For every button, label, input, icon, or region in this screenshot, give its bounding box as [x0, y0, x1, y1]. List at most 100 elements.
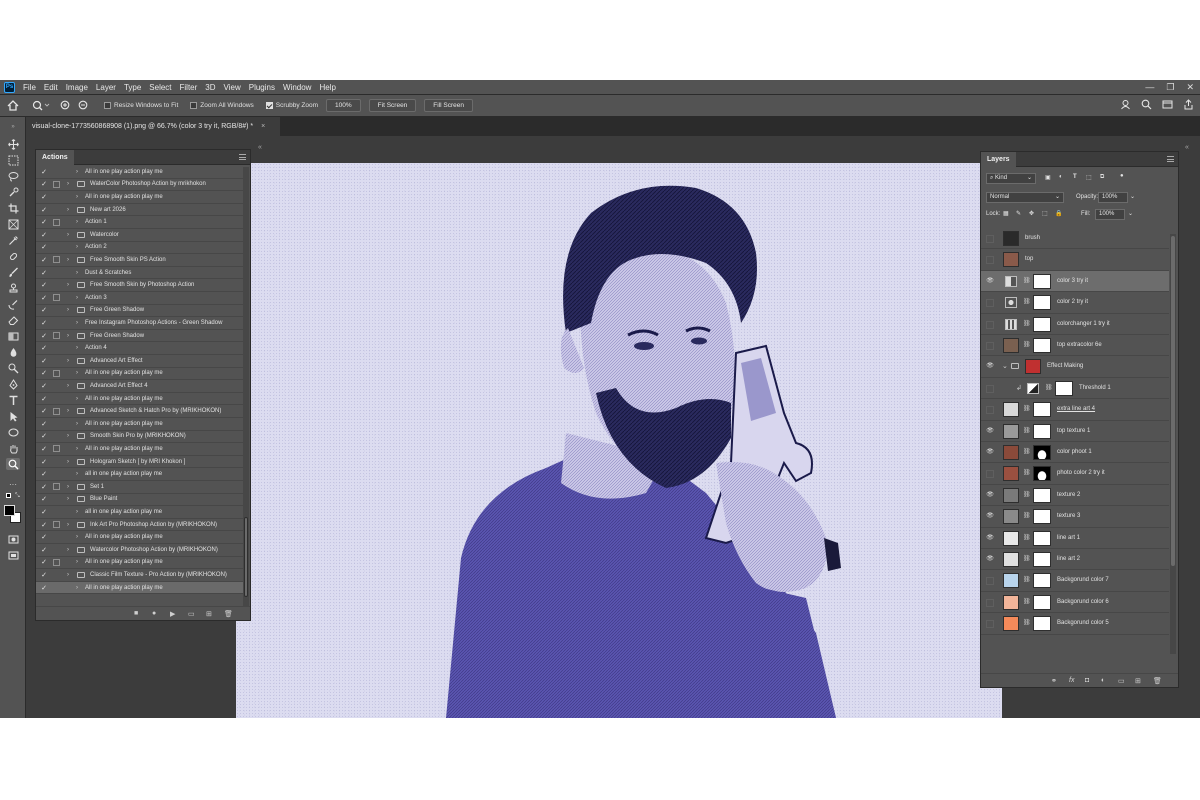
action-row[interactable]: ✓ › all in one play action play me — [36, 468, 243, 481]
filter-smart-object-icon[interactable]: ⧉ — [1100, 174, 1104, 181]
expand-chevron-icon[interactable]: › — [67, 257, 69, 263]
mask-link-icon[interactable]: ⛓ — [1023, 320, 1031, 327]
visibility-eye-icon[interactable]: 👁 — [985, 512, 995, 520]
dialog-toggle-box[interactable] — [53, 294, 60, 302]
layer-row[interactable]: 👁 ⛓ color phoot 1 — [981, 442, 1169, 464]
action-toggle-check-icon[interactable]: ✓ — [40, 521, 48, 529]
layer-mask-thumbnail[interactable] — [1033, 552, 1051, 567]
mask-link-icon[interactable]: ⛓ — [1023, 576, 1031, 583]
share-export-icon[interactable] — [1183, 99, 1194, 112]
layer-mask-thumbnail[interactable] — [1033, 509, 1051, 525]
dialog-toggle-box[interactable] — [53, 433, 60, 440]
expand-chevron-icon[interactable]: › — [67, 496, 69, 502]
layer-row[interactable]: ⛓ Backgorund color 7 — [981, 570, 1169, 592]
new-layer-icon[interactable]: ⊞ — [1135, 677, 1141, 685]
delete-icon[interactable]: 🗑 — [224, 610, 233, 618]
visibility-toggle-box[interactable] — [986, 342, 994, 350]
action-set-row[interactable]: ✓ › Watercolor Photoshop Action by (MRIKHO… — [36, 544, 243, 557]
canvas[interactable] — [236, 163, 1002, 718]
dialog-toggle-box[interactable] — [53, 256, 60, 264]
action-row[interactable]: ✓ › All in one play action play me — [36, 557, 243, 570]
layer-mask-thumbnail[interactable] — [1033, 445, 1051, 460]
dialog-toggle-box[interactable] — [53, 395, 60, 402]
layer-row[interactable]: ⛓ color 2 try it — [981, 292, 1169, 314]
filter-shape-icon[interactable]: ⬚ — [1086, 174, 1092, 181]
action-set-row[interactable]: ✓ › Smooth Skin Pro by (MRIKHOKON) — [36, 431, 243, 444]
action-set-row[interactable]: ✓ › WaterColor Photoshop Action by mrikhok… — [36, 179, 243, 192]
action-toggle-check-icon[interactable]: ✓ — [40, 193, 48, 201]
action-toggle-check-icon[interactable]: ✓ — [40, 483, 48, 491]
ellipse-tool-icon[interactable] — [6, 426, 20, 438]
play-icon[interactable]: ▶ — [170, 610, 175, 618]
brush-tool-icon[interactable] — [6, 266, 20, 278]
action-toggle-check-icon[interactable]: ✓ — [40, 231, 48, 239]
menu-filter[interactable]: Filter — [176, 83, 202, 92]
actions-scrollbar-thumb[interactable] — [244, 517, 248, 597]
close-window-icon[interactable]: ✕ — [1186, 82, 1194, 93]
dialog-toggle-box[interactable] — [53, 282, 60, 289]
blend-mode-select[interactable]: Normal ⌄ — [986, 192, 1064, 203]
layers-scrollbar[interactable] — [1170, 234, 1176, 654]
dialog-toggle-box[interactable] — [53, 168, 60, 175]
layers-scrollbar-thumb[interactable] — [1171, 236, 1175, 566]
new-group-icon[interactable]: ▭ — [1118, 677, 1125, 685]
expand-chevron-icon[interactable]: › — [76, 471, 78, 477]
path-selection-tool-icon[interactable] — [6, 410, 20, 422]
action-toggle-check-icon[interactable]: ✓ — [40, 206, 48, 214]
dialog-toggle-box[interactable] — [53, 244, 60, 251]
mask-link-icon[interactable]: ⛓ — [1023, 491, 1031, 498]
action-set-row[interactable]: ✓ › Free Green Shadow — [36, 330, 243, 343]
filter-toggle-icon[interactable]: ● — [1120, 173, 1124, 179]
expand-chevron-icon[interactable]: › — [67, 433, 69, 439]
fill-screen-button[interactable]: Fill Screen — [424, 99, 474, 112]
collapse-actions-icon[interactable]: « — [258, 144, 262, 151]
new-set-icon[interactable]: ▭ — [188, 610, 195, 618]
layer-row[interactable]: ⛓ Backgorund color 6 — [981, 592, 1169, 614]
expand-chevron-icon[interactable]: › — [76, 559, 78, 565]
dialog-toggle-box[interactable] — [53, 471, 60, 478]
type-tool-icon[interactable] — [6, 394, 20, 406]
dialog-toggle-box[interactable] — [53, 206, 60, 213]
action-toggle-check-icon[interactable]: ✓ — [40, 584, 48, 592]
action-row[interactable]: ✓ › all in one play action play me — [36, 506, 243, 519]
dialog-toggle-box[interactable] — [53, 332, 60, 340]
action-toggle-check-icon[interactable]: ✓ — [40, 269, 48, 277]
action-row[interactable]: ✓ › All in one play action play me — [36, 418, 243, 431]
expand-chevron-icon[interactable]: › — [67, 333, 69, 339]
layer-row[interactable]: 👁 ⌄ Effect Making — [981, 356, 1169, 378]
document-tab[interactable]: visual-clone-1773560868908 (1).png @ 66.… — [26, 117, 280, 136]
action-toggle-check-icon[interactable]: ✓ — [40, 470, 48, 478]
action-toggle-check-icon[interactable]: ✓ — [40, 306, 48, 314]
visibility-toggle-box[interactable] — [986, 256, 994, 265]
visibility-toggle-box[interactable] — [986, 384, 994, 393]
eyedropper-tool-icon[interactable] — [6, 234, 20, 246]
layer-mask-thumbnail[interactable] — [1033, 616, 1051, 632]
dialog-toggle-box[interactable] — [53, 269, 60, 276]
add-mask-icon[interactable]: ◘ — [1085, 677, 1089, 684]
action-row[interactable]: ✓ › Action 3 — [36, 292, 243, 305]
record-icon[interactable]: ● — [152, 610, 156, 617]
action-row[interactable]: ✓ › All in one play action play me — [36, 393, 243, 406]
mask-link-icon[interactable]: ⛓ — [1023, 341, 1031, 348]
mask-link-icon[interactable]: ⛓ — [1023, 512, 1031, 519]
mask-link-icon[interactable]: ⛓ — [1023, 277, 1031, 284]
action-toggle-check-icon[interactable]: ✓ — [40, 533, 48, 541]
expand-chevron-icon[interactable]: › — [67, 358, 69, 364]
layer-filter-select[interactable]: ⌕ Kind ⌄ — [986, 173, 1036, 184]
expand-chevron-icon[interactable]: › — [67, 207, 69, 213]
gradient-tool-icon[interactable] — [6, 330, 20, 342]
color-swatches[interactable] — [4, 505, 22, 523]
layer-mask-thumbnail[interactable] — [1033, 466, 1051, 482]
action-toggle-check-icon[interactable]: ✓ — [40, 407, 48, 415]
object-selection-tool-icon[interactable] — [6, 186, 20, 198]
dialog-toggle-box[interactable] — [53, 534, 60, 541]
hand-tool-icon[interactable] — [6, 442, 20, 454]
close-tab-icon[interactable]: × — [261, 123, 265, 130]
action-toggle-check-icon[interactable]: ✓ — [40, 168, 48, 176]
visibility-toggle-box[interactable] — [986, 577, 994, 586]
expand-chevron-icon[interactable]: › — [76, 345, 78, 351]
action-set-row[interactable]: ✓ › Ink Art Pro Photoshop Action by (MRIKH… — [36, 519, 243, 532]
filter-adjustment-icon[interactable]: ◐ — [1059, 174, 1063, 180]
zoom-all-windows-checkbox[interactable]: Zoom All Windows — [190, 102, 254, 109]
expand-chevron-icon[interactable]: › — [67, 282, 69, 288]
